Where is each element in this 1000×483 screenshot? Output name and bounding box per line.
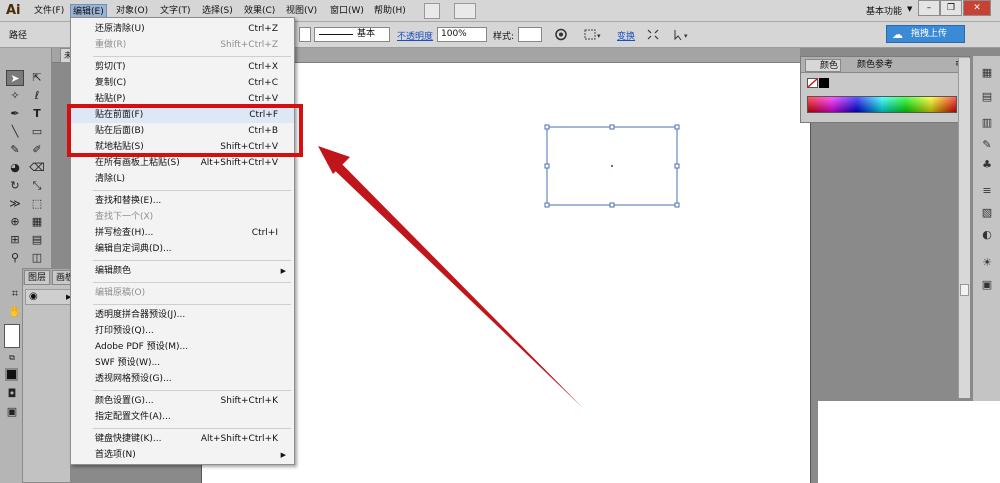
menu-item-check-spelling[interactable]: 拼写检查(H)... Ctrl+I: [71, 225, 294, 241]
type-tool-icon[interactable]: T: [28, 106, 46, 122]
free-transform-tool-icon[interactable]: ⬚: [28, 196, 46, 212]
mesh-tool-icon[interactable]: ⊞: [6, 232, 24, 248]
screen-mode-icon[interactable]: ▣: [3, 404, 21, 420]
width-tool-icon[interactable]: ≫: [6, 196, 24, 212]
selection-handle[interactable]: [544, 202, 550, 208]
menu-separator: [93, 56, 291, 57]
stroke-icon[interactable]: ≡: [979, 184, 995, 198]
menu-item-transparency-flattener-presets[interactable]: 透明度拼合器预设(J)...: [71, 307, 294, 323]
menu-separator: [93, 190, 291, 191]
eraser-tool-icon[interactable]: ⌫: [28, 160, 46, 176]
pencil-tool-icon[interactable]: ✐: [28, 142, 46, 158]
submenu-arrow-icon: ▶: [280, 451, 286, 459]
selection-handle[interactable]: [544, 124, 550, 130]
tab-color-label: 颜色: [820, 61, 839, 71]
menu-item-edit-colors[interactable]: 编辑颜色 ▶: [71, 263, 294, 279]
layers-tab-bar: 图层 画板: [23, 269, 72, 285]
swap-fill-stroke-icon[interactable]: ⧉: [3, 350, 21, 366]
tab-color-guide-label: 颜色参考: [857, 60, 894, 70]
menu-item-preferences[interactable]: 首选项(N) ▶: [71, 447, 294, 463]
paintbrush-tool-icon[interactable]: ✎: [6, 142, 24, 158]
color-spectrum[interactable]: [807, 96, 957, 113]
gradient-icon[interactable]: ▧: [979, 206, 995, 220]
direct-selection-tool-icon[interactable]: ⇱: [28, 70, 46, 86]
highlight-box: [67, 104, 303, 157]
annotation-arrow: [318, 146, 583, 408]
symbols-icon[interactable]: ♣: [979, 158, 995, 172]
menu-item-swf-presets[interactable]: SWF 预设(W)...: [71, 355, 294, 371]
fill-swatch[interactable]: [4, 324, 20, 348]
menu-item-edit-original[interactable]: 编辑原稿(O): [71, 285, 294, 301]
tab-color[interactable]: 颜色: [805, 59, 841, 72]
menu-item-paste-on-all-artboards[interactable]: 在所有画板上粘贴(S) Alt+Shift+Ctrl+V: [71, 155, 294, 171]
magic-wand-tool-icon[interactable]: ✧: [6, 88, 24, 104]
scrollbar-thumb[interactable]: [960, 284, 969, 296]
lasso-tool-icon[interactable]: ℓ: [28, 88, 46, 104]
color-panel-icon[interactable]: ▦: [979, 66, 995, 80]
eye-icon[interactable]: ◉: [29, 291, 38, 302]
color-guide-icon[interactable]: ▤: [979, 90, 995, 104]
menu-item-copy[interactable]: 复制(C) Ctrl+C: [71, 75, 294, 91]
menu-item-edit-custom-dictionary[interactable]: 编辑自定词典(D)...: [71, 241, 294, 257]
transparency-icon[interactable]: ◐: [979, 228, 995, 242]
menu-item-print-presets[interactable]: 打印预设(Q)...: [71, 323, 294, 339]
layers-panel: 图层 画板 ◉ ▶: [22, 268, 72, 483]
selection-handle[interactable]: [674, 202, 680, 208]
tab-artboards[interactable]: 画板: [52, 270, 72, 285]
selection-handle[interactable]: [544, 163, 550, 169]
tab-layers[interactable]: 图层: [24, 270, 51, 285]
selected-rectangle[interactable]: [544, 124, 680, 208]
menu-item-undo[interactable]: 还原清除(U) Ctrl+Z: [71, 21, 294, 37]
brushes-icon[interactable]: ✎: [979, 138, 995, 152]
rectangle-tool-icon[interactable]: ▭: [28, 124, 46, 140]
selection-handle[interactable]: [674, 124, 680, 130]
layer-row[interactable]: ◉ ▶: [25, 289, 71, 305]
blob-brush-tool-icon[interactable]: ◕: [6, 160, 24, 176]
swatches-icon[interactable]: ▥: [979, 116, 995, 130]
vertical-scrollbar[interactable]: [958, 58, 970, 398]
menu-separator: [93, 428, 291, 429]
shape-builder-tool-icon[interactable]: ⊕: [6, 214, 24, 230]
menu-separator: [93, 282, 291, 283]
menu-separator: [93, 260, 291, 261]
menu-item-find-replace[interactable]: 查找和替换(E)...: [71, 193, 294, 209]
menu-item-assign-profile[interactable]: 指定配置文件(A)...: [71, 409, 294, 425]
color-panel-tab-bar: 颜色 颜色参考 ≡: [801, 57, 969, 73]
gradient-tool-icon[interactable]: ▤: [28, 232, 46, 248]
menu-item-redo[interactable]: 重做(R) Shift+Ctrl+Z: [71, 37, 294, 53]
menu-item-perspective-grid-presets[interactable]: 透视网格预设(G)...: [71, 371, 294, 387]
rotate-tool-icon[interactable]: ↻: [6, 178, 24, 194]
menu-item-cut[interactable]: 剪切(T) Ctrl+X: [71, 59, 294, 75]
line-tool-icon[interactable]: ╲: [6, 124, 24, 140]
menu-item-color-settings[interactable]: 颜色设置(G)... Shift+Ctrl+K: [71, 393, 294, 409]
none-black-swatch-icon[interactable]: [807, 78, 831, 88]
pen-tool-icon[interactable]: ✒: [6, 106, 24, 122]
menu-separator: [93, 304, 291, 305]
menu-separator: [93, 390, 291, 391]
selection-handle[interactable]: [674, 163, 680, 169]
submenu-arrow-icon: ▶: [280, 267, 286, 275]
selection-tool-icon[interactable]: ➤: [6, 70, 24, 86]
menu-item-clear[interactable]: 清除(L): [71, 171, 294, 187]
menu-item-find-next[interactable]: 查找下一个(X): [71, 209, 294, 225]
center-point: [611, 165, 613, 167]
color-mode-icon[interactable]: [5, 368, 18, 381]
graphic-styles-icon[interactable]: ▣: [979, 278, 995, 292]
eyedropper-tool-icon[interactable]: ⚲: [6, 250, 24, 266]
selection-handle[interactable]: [609, 124, 615, 130]
selection-handle[interactable]: [609, 202, 615, 208]
tab-color-guide[interactable]: 颜色参考: [843, 59, 903, 72]
perspective-grid-tool-icon[interactable]: ▦: [28, 214, 46, 230]
blend-tool-icon[interactable]: ◫: [28, 250, 46, 266]
panel-icon-strip: ▦ ▤ ▥ ✎ ♣ ≡ ▧ ◐ ☀ ▣: [972, 56, 1000, 401]
menu-item-keyboard-shortcuts[interactable]: 键盘快捷键(K)... Alt+Shift+Ctrl+K: [71, 431, 294, 447]
menu-item-pdf-presets[interactable]: Adobe PDF 预设(M)...: [71, 339, 294, 355]
color-panel: 颜色 颜色参考 ≡: [800, 56, 970, 123]
edit-menu-dropdown: 还原清除(U) Ctrl+Z 重做(R) Shift+Ctrl+Z 剪切(T) Ctr…: [70, 17, 295, 465]
appearance-icon[interactable]: ☀: [979, 256, 995, 270]
draw-mode-icon[interactable]: ◘: [3, 386, 21, 402]
scale-tool-icon[interactable]: ⤡: [28, 178, 46, 194]
